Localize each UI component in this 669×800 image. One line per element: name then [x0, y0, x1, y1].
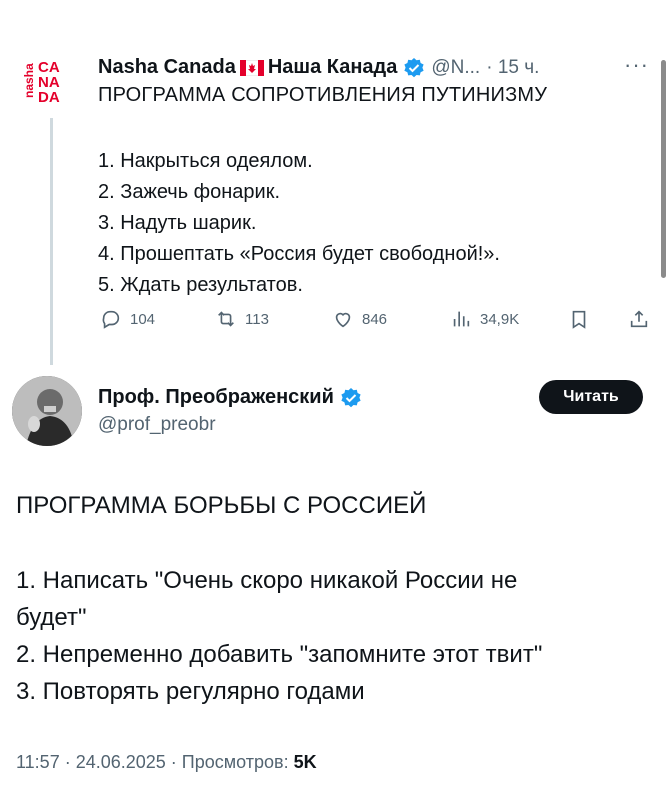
timestamp[interactable]: · 15 ч. [486, 57, 539, 79]
like-button[interactable]: 846 [332, 308, 387, 330]
svg-text:DA: DA [38, 89, 60, 106]
more-icon[interactable]: ··· [624, 52, 649, 78]
handle[interactable]: @prof_preobr [98, 414, 216, 436]
list-item: будет" [16, 604, 87, 631]
list-item: 2. Непременно добавить "запомните этот т… [16, 641, 543, 668]
list-item: 4. Прошептать «Россия будет свободной!». [98, 243, 500, 265]
like-icon [335, 312, 351, 328]
display-name: Nasha Canada [98, 56, 236, 78]
list-item: 1. Накрыться одеялом. [98, 150, 313, 172]
verified-icon [341, 387, 361, 407]
views-count: 34,9K [480, 310, 520, 328]
tweet-list: 1. Написать "Очень скоро никакой России … [16, 562, 542, 710]
list-item: 3. Надуть шарик. [98, 212, 257, 234]
retweet-icon [218, 311, 234, 327]
thread-line [50, 118, 53, 365]
tweet-list: 1. Накрыться одеялом. 2. Зажечь фонарик.… [98, 146, 500, 301]
scrollbar[interactable] [661, 60, 666, 278]
canada-flag-icon [239, 59, 264, 76]
handle[interactable]: @N... [431, 57, 480, 79]
display-name-ru: Наша Канада [267, 56, 398, 78]
list-item: 1. Написать "Очень скоро никакой России … [16, 567, 518, 594]
display-name: Проф. Преображенский [98, 386, 334, 408]
retweet-button[interactable]: 113 [215, 308, 269, 330]
tweet-footer: 11:57 · 24.06.2025 · Просмотров: 5K [16, 752, 317, 773]
verified-icon [404, 57, 424, 77]
list-item: 5. Ждать результатов. [98, 274, 303, 296]
retweet-count: 113 [245, 310, 269, 328]
reply-count: 104 [130, 310, 156, 328]
timestamp[interactable]: 11:57 · 24.06.2025 · Просмотров: [16, 752, 289, 772]
views-button[interactable]: 34,9K [450, 308, 519, 330]
tweet-text: ПРОГРАММА БОРЬБЫ С РОССИЕЙ [16, 492, 427, 519]
action-bar: 104 113 846 34,9K [100, 308, 655, 336]
reply-button[interactable]: 104 [100, 308, 155, 330]
bookmark-icon [572, 310, 586, 329]
views-count: 5K [293, 752, 317, 772]
author-name[interactable]: Nasha Canada Наша Канада @N... · 15 ч. [98, 56, 539, 79]
share-button[interactable] [628, 308, 650, 330]
avatar[interactable]: nasha CA NA DA [16, 52, 78, 114]
reply-icon [102, 310, 120, 329]
bookmark-button[interactable] [568, 308, 590, 330]
svg-text:nasha: nasha [22, 63, 36, 98]
list-item: 3. Повторять регулярно годами [16, 678, 365, 705]
views-icon [453, 311, 470, 327]
tweet-text: ПРОГРАММА СОПРОТИВЛЕНИЯ ПУТИНИЗМУ [98, 84, 548, 106]
author-name[interactable]: Проф. Преображенский [98, 386, 362, 409]
list-item: 2. Зажечь фонарик. [98, 181, 281, 203]
avatar[interactable] [12, 376, 82, 446]
follow-button[interactable]: Читать [539, 380, 643, 414]
like-count: 846 [362, 310, 388, 328]
share-icon [630, 310, 648, 328]
